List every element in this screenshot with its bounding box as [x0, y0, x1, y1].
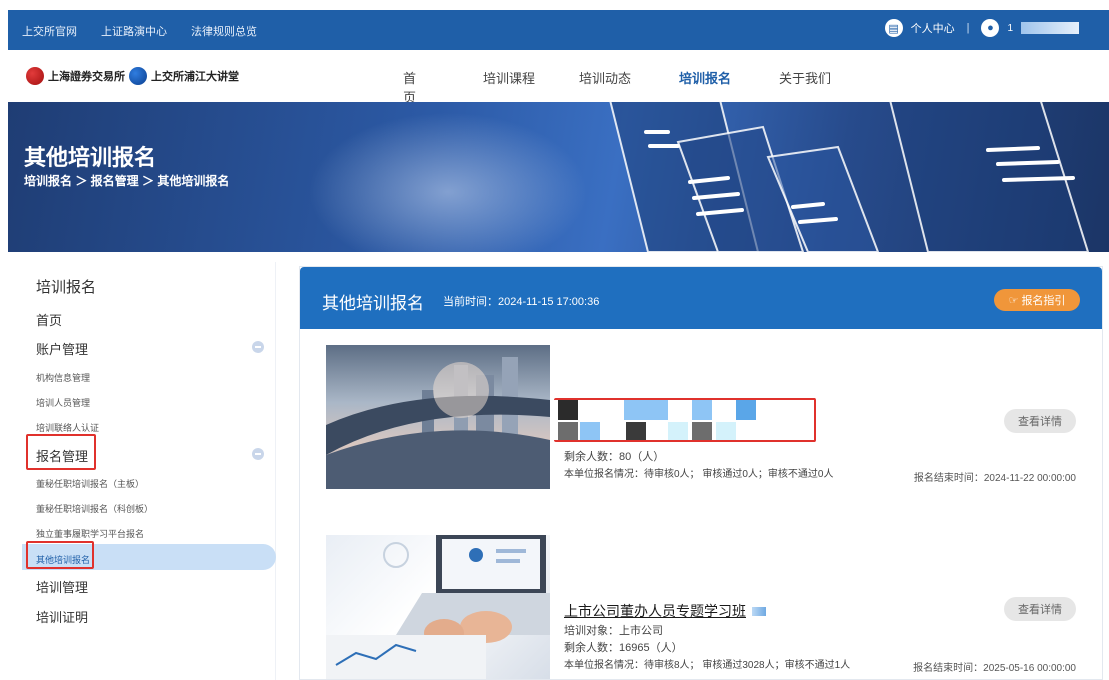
signup-guide-label: 报名指引 [1021, 295, 1066, 307]
nav-about[interactable]: 关于我们 [779, 68, 831, 106]
link-roadshow-center[interactable]: 上证路演中心 [101, 23, 167, 39]
sidebar-item-secretary-star[interactable]: 董秘任职培训报名（科创板） [36, 502, 153, 515]
page: 上交所官网 上证路演中心 法律规则总览 ▤ 个人中心 | ● 1 上海證券交易所… [0, 0, 1109, 680]
course-tag-icon [752, 606, 766, 616]
banner-title: 其他培训报名 [24, 145, 157, 170]
highlight-box-course-title [554, 398, 816, 442]
main-title: 其他培训报名 [322, 294, 424, 313]
current-time: 当前时间：2024-11-15 17:00:36 [443, 296, 600, 308]
sidebar-item-org-info[interactable]: 机构信息管理 [36, 371, 90, 384]
page-banner: 其他培训报名 培训报名 ＞ 报名管理 ＞ 其他培训报名 [8, 102, 1109, 252]
course-card: 查看详情 剩余人数：80（人） 本单位报名情况：待审核0人； 审核通过0人；审核… [300, 345, 1102, 495]
signup-end-time: 报名结束时间：2024-11-22 00:00:00 [913, 473, 1076, 484]
personal-center-link[interactable]: 个人中心 [911, 20, 955, 36]
main-nav: 首页 培训课程 培训动态 培训报名 关于我们 [403, 68, 831, 106]
hand-icon: ☞ [1008, 294, 1019, 307]
main-header: 上海證券交易所 上交所浦江大讲堂 首页 培训课程 培训动态 培训报名 关于我们 [8, 50, 1109, 105]
sidebar-item-home[interactable]: 首页 [36, 310, 62, 329]
logo-text-sse: 上海證券交易所 [48, 70, 125, 83]
course-image-laptop[interactable] [326, 535, 550, 679]
academy-logo-icon [129, 67, 147, 85]
link-law-rules[interactable]: 法律规则总览 [191, 23, 257, 39]
signup-status: 本单位报名情况：待审核0人； 审核通过0人；审核不通过0人 [564, 469, 834, 480]
redacted-username [1021, 22, 1079, 34]
sidebar: 培训报名 首页 账户管理 机构信息管理 培训人员管理 培训联络人认证 报名管理 … [14, 262, 276, 680]
user-icon[interactable]: ● [981, 19, 1000, 37]
sidebar-item-liaison-cert[interactable]: 培训联络人认证 [36, 421, 99, 434]
main-panel-header: 其他培训报名 当前时间：2024-11-15 17:00:36 ☞ 报名指引 [300, 267, 1102, 329]
course-card: 查看详情 上市公司董办人员专题学习班 培训对象：上市公司 剩余人数：16965（… [300, 535, 1102, 680]
training-target: 培训对象：上市公司 [564, 625, 663, 637]
remaining-seats: 剩余人数：16965（人） [564, 642, 683, 654]
separator: | [966, 22, 970, 34]
nav-home[interactable]: 首页 [403, 68, 423, 106]
banner-document-illustration [609, 102, 1090, 252]
course-image-city[interactable] [326, 345, 550, 489]
highlight-box-other-signup [26, 541, 94, 569]
sidebar-item-secretary-main[interactable]: 董秘任职培训报名（主板） [36, 477, 144, 490]
view-detail-button[interactable]: 查看详情 [1004, 597, 1076, 621]
sidebar-item-trainees[interactable]: 培训人员管理 [36, 396, 90, 409]
highlight-box-signup-mgmt [26, 434, 96, 470]
main-panel: 其他培训报名 当前时间：2024-11-15 17:00:36 ☞ 报名指引 查… [299, 266, 1103, 680]
signup-status: 本单位报名情况：待审核8人； 审核通过3028人；审核不通过1人 [564, 660, 851, 671]
signup-guide-button[interactable]: ☞ 报名指引 [994, 289, 1080, 311]
breadcrumb[interactable]: 培训报名 ＞ 报名管理 ＞ 其他培训报名 [24, 172, 229, 189]
banner-hand-glow [308, 112, 588, 252]
nav-news[interactable]: 培训动态 [579, 68, 631, 106]
sse-logo-icon [26, 67, 44, 85]
laptop-illustration [326, 535, 550, 679]
sidebar-item-independent-director[interactable]: 独立董事履职学习平台报名 [36, 527, 144, 540]
logo[interactable]: 上海證券交易所 上交所浦江大讲堂 [26, 67, 239, 85]
sidebar-item-training-mgmt[interactable]: 培训管理 [36, 577, 88, 596]
top-utility-bar: 上交所官网 上证路演中心 法律规则总览 ▤ 个人中心 | ● 1 [8, 10, 1109, 50]
signup-end-time: 报名结束时间：2025-05-16 00:00:00 [913, 663, 1076, 674]
sidebar-item-account-mgmt[interactable]: 账户管理 [36, 339, 88, 358]
nav-courses[interactable]: 培训课程 [483, 68, 535, 106]
course-info: 上市公司董办人员专题学习班 培训对象：上市公司 剩余人数：16965（人） 本单… [564, 601, 850, 674]
account-collapse-icon[interactable] [252, 341, 264, 353]
course-title-link[interactable]: 上市公司董办人员专题学习班 [564, 601, 746, 621]
nav-signup[interactable]: 培训报名 [679, 68, 731, 106]
remaining-seats: 剩余人数：80（人） [564, 451, 665, 463]
city-bridge-illustration [326, 357, 550, 489]
view-detail-button[interactable]: 查看详情 [1004, 409, 1076, 433]
course-info: 剩余人数：80（人） 本单位报名情况：待审核0人； 审核通过0人；审核不通过0人 [564, 449, 833, 483]
personal-center-icon[interactable]: ▤ [884, 19, 903, 37]
course-title-row: 上市公司董办人员专题学习班 [564, 601, 850, 621]
top-right-user: ▤ 个人中心 | ● 1 [884, 19, 1079, 37]
logo-text-academy: 上交所浦江大讲堂 [151, 70, 239, 83]
sidebar-heading: 培训报名 [36, 279, 97, 296]
sidebar-item-training-cert[interactable]: 培训证明 [36, 607, 88, 626]
user-initial: 1 [1007, 22, 1013, 34]
top-links: 上交所官网 上证路演中心 法律规则总览 [22, 23, 257, 39]
signup-collapse-icon[interactable] [252, 448, 264, 460]
link-sse-official[interactable]: 上交所官网 [22, 23, 77, 39]
